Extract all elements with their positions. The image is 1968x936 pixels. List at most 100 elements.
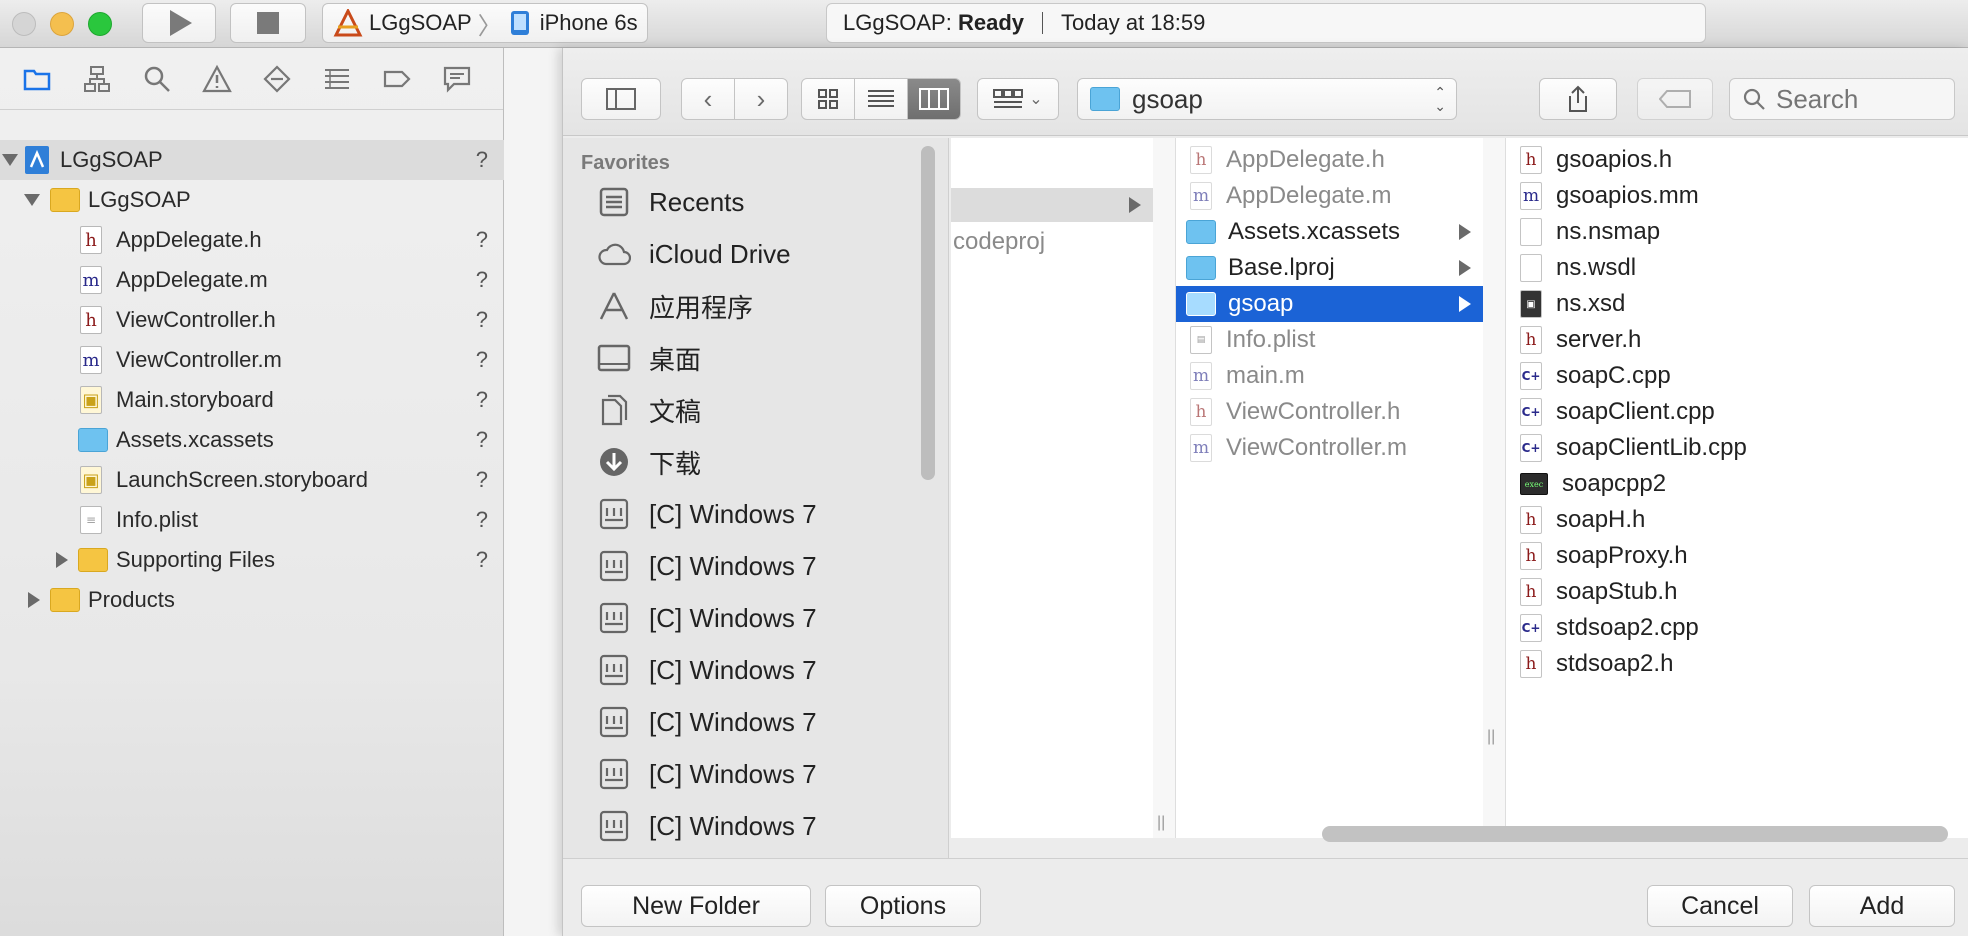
column-item[interactable]: exec soapcpp2 [1506, 466, 1968, 502]
cancel-button[interactable]: Cancel [1647, 885, 1793, 927]
sidebar-item-windows-drive[interactable]: [C] Windows 7 [597, 598, 817, 638]
disclosure-right-icon[interactable] [28, 592, 40, 608]
tree-row-file[interactable]: Assets.xcassets ? [0, 420, 504, 460]
column-item[interactable]: C+ soapC.cpp [1506, 358, 1968, 394]
network-drive-icon [597, 706, 631, 738]
tree-row-group[interactable]: Products [0, 580, 504, 620]
tree-row-file[interactable]: ▣ LaunchScreen.storyboard ? [0, 460, 504, 500]
sidebar-item-icloud[interactable]: iCloud Drive [597, 234, 791, 274]
share-button[interactable] [1539, 78, 1617, 120]
run-button[interactable] [142, 3, 216, 43]
tree-row-group[interactable]: LGgSOAP [0, 180, 504, 220]
sidebar-toggle-button[interactable] [581, 78, 661, 120]
grid-icon [818, 89, 838, 109]
folder-icon[interactable] [20, 62, 54, 96]
source-file-icon: m [80, 266, 102, 294]
location-popup[interactable]: gsoap ⌃ ⌄ [1077, 78, 1457, 120]
disclosure-right-icon[interactable] [56, 552, 68, 568]
column-item[interactable]: h AppDelegate.h [1176, 142, 1483, 178]
disclosure-down-icon[interactable] [2, 154, 18, 166]
column-item[interactable]: ns.wsdl [1506, 250, 1968, 286]
column-item[interactable]: h soapProxy.h [1506, 538, 1968, 574]
close-window-button[interactable] [12, 12, 36, 36]
sidebar-item-desktop[interactable]: 桌面 [597, 338, 701, 378]
column-item[interactable]: m gsoapios.mm [1506, 178, 1968, 214]
horizontal-scrollbar-thumb[interactable] [1322, 826, 1948, 842]
tree-row-group[interactable]: Supporting Files ? [0, 540, 504, 580]
sheet-button-bar: New Folder Options Cancel Add [563, 858, 1968, 936]
tree-row-file[interactable]: h AppDelegate.h ? [0, 220, 504, 260]
list-icon[interactable] [320, 62, 354, 96]
column-view-button[interactable] [907, 78, 961, 120]
search-input[interactable] [1776, 83, 1936, 115]
sidebar-item-windows-drive[interactable]: [C] Windows 7 [597, 494, 817, 534]
sidebar-item-windows-drive[interactable]: [C] Windows 7 [597, 546, 817, 586]
diamond-icon[interactable] [260, 62, 294, 96]
sidebar-item-windows-drive[interactable]: [C] Windows 7 [597, 702, 817, 742]
sidebar-item-applications[interactable]: 应用程序 [597, 286, 753, 326]
group-by-button[interactable]: ⌄ [977, 78, 1059, 120]
tree-label: LaunchScreen.storyboard [116, 467, 368, 492]
column-item[interactable]: h server.h [1506, 322, 1968, 358]
tree-row-file[interactable]: ≡ Info.plist ? [0, 500, 504, 540]
icon-view-button[interactable] [801, 78, 855, 120]
column-item[interactable]: C+ soapClientLib.cpp [1506, 430, 1968, 466]
list-view-button[interactable] [854, 78, 908, 120]
column-item-selected[interactable] [951, 188, 1153, 222]
sidebar-item-windows-drive[interactable]: [C] Windows 7 [597, 650, 817, 690]
sidebar-item-windows-drive[interactable]: [C] Windows 7 [597, 806, 817, 846]
column-item[interactable]: C+ stdsoap2.cpp [1506, 610, 1968, 646]
column-item-label: soapClient.cpp [1556, 398, 1715, 425]
disclosure-down-icon[interactable] [24, 194, 40, 206]
column-item[interactable]: ▤ Info.plist [1176, 322, 1483, 358]
options-button[interactable]: Options [825, 885, 981, 927]
column-item[interactable]: ▣ ns.xsd [1506, 286, 1968, 322]
column-item[interactable]: h gsoapios.h [1506, 142, 1968, 178]
tree-row-file[interactable]: ▣ Main.storyboard ? [0, 380, 504, 420]
column-item[interactable]: m AppDelegate.m [1176, 178, 1483, 214]
new-folder-button[interactable]: New Folder [581, 885, 811, 927]
sidebar-item-label: Recents [649, 186, 745, 217]
chat-icon[interactable] [440, 62, 474, 96]
sidebar-scrollbar[interactable] [921, 146, 935, 480]
tree-row-file[interactable]: m ViewController.m ? [0, 340, 504, 380]
column-item-selected[interactable]: gsoap [1176, 286, 1483, 322]
tree-row-file[interactable]: m AppDelegate.m ? [0, 260, 504, 300]
zoom-window-button[interactable] [88, 12, 112, 36]
column-item[interactable]: C+ soapClient.cpp [1506, 394, 1968, 430]
tag-icon[interactable] [380, 62, 414, 96]
search-field[interactable] [1729, 78, 1955, 120]
tree-row-file[interactable]: h ViewController.h ? [0, 300, 504, 340]
window-titlebar: LGgSOAP 〉 iPhone 6s LGgSOAP: Ready Today… [0, 0, 1968, 48]
sidebar-item-label: [C] Windows 7 [649, 810, 817, 841]
column-item[interactable]: h soapH.h [1506, 502, 1968, 538]
column-item[interactable]: h ViewController.h [1176, 394, 1483, 430]
forward-button[interactable]: › [734, 78, 788, 120]
add-button[interactable]: Add [1809, 885, 1955, 927]
back-button[interactable]: ‹ [681, 78, 735, 120]
sidebar-item-recents[interactable]: Recents [597, 182, 744, 222]
column-item[interactable]: Base.lproj [1176, 250, 1483, 286]
sidebar-item-windows-drive[interactable]: [C] Windows 7 [597, 754, 817, 794]
column-item[interactable]: h stdsoap2.h [1506, 646, 1968, 682]
edit-tags-button[interactable] [1637, 78, 1713, 120]
warning-icon[interactable] [200, 62, 234, 96]
stop-button[interactable] [230, 3, 306, 43]
column-item[interactable]: m main.m [1176, 358, 1483, 394]
column-item[interactable]: m ViewController.m [1176, 430, 1483, 466]
group-icon [993, 89, 1024, 108]
hierarchy-icon[interactable] [80, 62, 114, 96]
sidebar-item-downloads[interactable]: 下载 [597, 442, 701, 482]
column-item[interactable]: h soapStub.h [1506, 574, 1968, 610]
minimize-window-button[interactable] [50, 12, 74, 36]
tree-row-project[interactable]: LGgSOAP ? [0, 140, 504, 180]
sidebar-item-documents[interactable]: 文稿 [597, 390, 701, 430]
column-item[interactable]: ns.nsmap [1506, 214, 1968, 250]
search-icon[interactable] [140, 62, 174, 96]
column-item[interactable]: codeproj [951, 224, 1153, 260]
column-item[interactable]: Assets.xcassets [1176, 214, 1483, 250]
column-divider[interactable]: || [1153, 138, 1175, 838]
scheme-selector[interactable]: LGgSOAP 〉 iPhone 6s [322, 3, 648, 43]
column-divider[interactable]: || [1483, 138, 1505, 838]
folder-icon [50, 588, 80, 612]
